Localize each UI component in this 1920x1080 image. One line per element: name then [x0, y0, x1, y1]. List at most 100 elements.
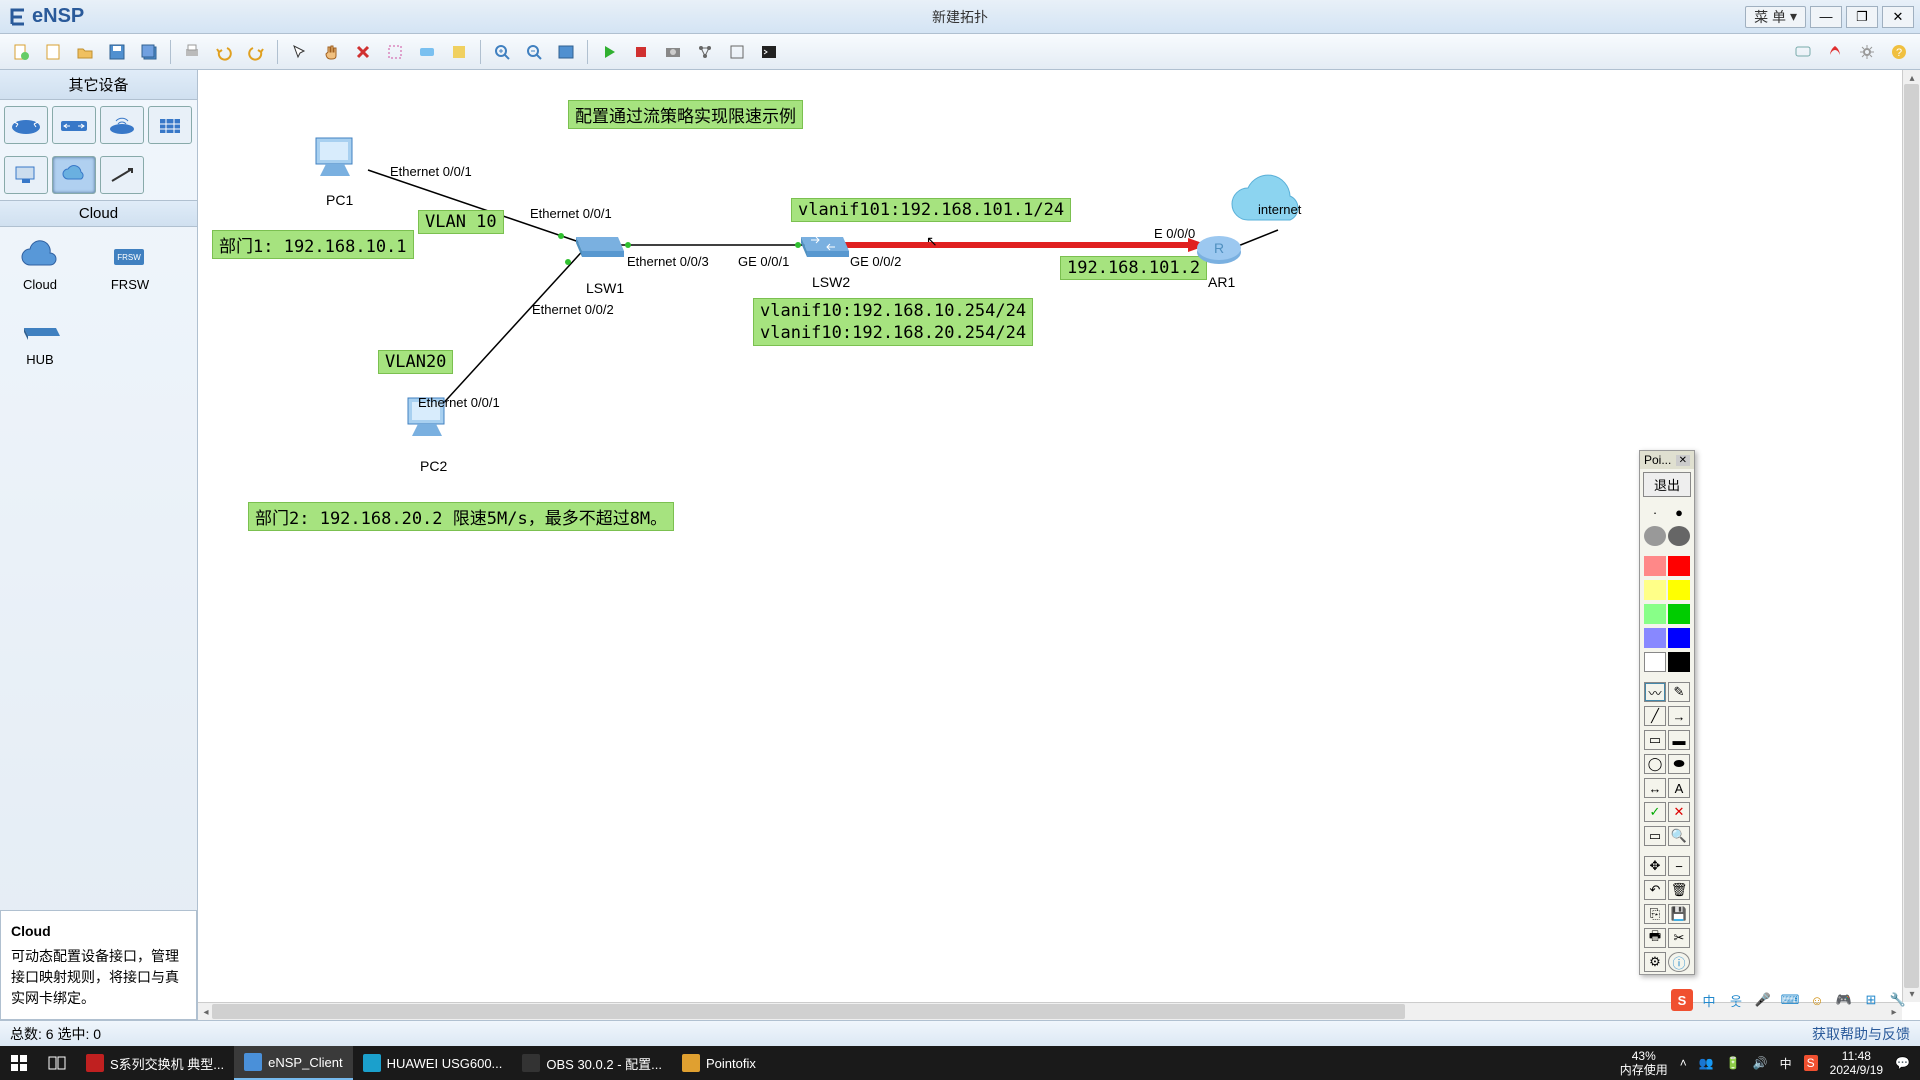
pf-green[interactable] [1668, 604, 1690, 624]
pointofix-close-icon[interactable]: ✕ [1676, 455, 1690, 466]
pf-tool-board[interactable]: ▭ [1644, 826, 1666, 846]
pf-tool-zoom[interactable]: 🔍 [1668, 826, 1690, 846]
node-lsw2[interactable] [793, 225, 853, 270]
open-button[interactable] [70, 38, 100, 66]
cloud-item-cloud[interactable]: Cloud [4, 235, 76, 292]
redo-button[interactable] [241, 38, 271, 66]
tray-notification-icon[interactable]: 💬 [1895, 1056, 1910, 1070]
pf-tool-arrow[interactable]: → [1668, 706, 1690, 726]
dev-switch[interactable] [52, 106, 96, 144]
stop-button[interactable] [626, 38, 656, 66]
pf-tool-settings[interactable]: ⚙ [1644, 952, 1666, 972]
zoom-out-button[interactable] [519, 38, 549, 66]
tray-battery-icon[interactable]: 🔋 [1726, 1056, 1741, 1070]
pf-tool-info[interactable]: ⓘ [1668, 952, 1690, 972]
tray-clock[interactable]: 11:482024/9/19 [1830, 1049, 1883, 1078]
dev-firewall[interactable] [148, 106, 192, 144]
tray-memory[interactable]: 43%内存使用 [1620, 1049, 1668, 1078]
taskbar-app[interactable]: eNSP_Client [234, 1046, 352, 1080]
start-menu-button[interactable] [0, 1046, 38, 1080]
save-button[interactable] [102, 38, 132, 66]
que-person-icon[interactable]: 웃 [1725, 989, 1747, 1011]
pf-tool-trash[interactable]: 🗑 [1668, 880, 1690, 900]
taskbar-app[interactable]: HUAWEI USG600... [353, 1046, 513, 1080]
task-view-button[interactable] [38, 1046, 76, 1080]
vertical-scrollbar[interactable]: ▴ ▾ [1902, 70, 1920, 1002]
grid-button[interactable] [722, 38, 752, 66]
pf-tool-erase[interactable]: − [1668, 856, 1690, 876]
pf-tool-print[interactable]: 🖶 [1644, 928, 1666, 948]
tray-sogou-icon[interactable]: S [1804, 1055, 1818, 1071]
node-pc1[interactable] [306, 130, 366, 195]
pf-blue[interactable] [1668, 628, 1690, 648]
menu-button[interactable]: 菜 单 ▾ [1745, 6, 1806, 28]
pf-tool-undo[interactable]: ↶ [1644, 880, 1666, 900]
maximize-button[interactable]: ❐ [1846, 6, 1878, 28]
cloud-item-hub[interactable]: HUB [4, 310, 76, 367]
pf-tool-check[interactable]: ✓ [1644, 802, 1666, 822]
pf-tool-rect[interactable]: ▭ [1644, 730, 1666, 750]
pointofix-exit-button[interactable]: 退出 [1643, 472, 1691, 497]
que-smile-icon[interactable]: ☺ [1806, 989, 1828, 1011]
que-logo-icon[interactable]: S [1671, 989, 1693, 1011]
que-keyboard-icon[interactable]: ⌨ [1779, 989, 1801, 1011]
que-grid-icon[interactable]: ⊞ [1860, 989, 1882, 1011]
huawei-icon[interactable] [1820, 38, 1850, 66]
text-tool[interactable] [412, 38, 442, 66]
pf-tool-ellipse[interactable]: ◯ [1644, 754, 1666, 774]
message-icon[interactable] [1788, 38, 1818, 66]
fit-button[interactable] [551, 38, 581, 66]
select-tool[interactable] [284, 38, 314, 66]
dev-connection[interactable] [100, 156, 144, 194]
print-button[interactable] [177, 38, 207, 66]
pointofix-panel[interactable]: Poi...✕ 退出 ·● 〰✎ ╱→ ▭▬ ◯⬬ ↔A ✓✕ ▭🔍 ✥− ↶🗑… [1639, 450, 1695, 975]
pf-red[interactable] [1668, 556, 1690, 576]
cli-button[interactable] [754, 38, 784, 66]
pf-tool-highlighter[interactable]: ✎ [1668, 682, 1690, 702]
pf-dot-small[interactable]: · [1644, 502, 1666, 522]
pan-tool[interactable] [316, 38, 346, 66]
que-game-icon[interactable]: 🎮 [1833, 989, 1855, 1011]
pf-tool-save[interactable]: 💾 [1668, 904, 1690, 924]
taskbar-app[interactable]: OBS 30.0.2 - 配置... [512, 1046, 672, 1080]
pointofix-titlebar[interactable]: Poi...✕ [1640, 451, 1694, 469]
pf-tool-line[interactable]: ╱ [1644, 706, 1666, 726]
zoom-in-button[interactable] [487, 38, 517, 66]
palette-tool[interactable] [444, 38, 474, 66]
que-mic-icon[interactable]: 🎤 [1752, 989, 1774, 1011]
taskbar-app[interactable]: S系列交换机 典型... [76, 1046, 234, 1080]
horizontal-scrollbar[interactable]: ◂ ▸ [198, 1002, 1902, 1020]
pf-red-light[interactable] [1644, 556, 1666, 576]
tray-chevron-icon[interactable]: ˄ [1680, 1056, 1687, 1070]
pf-blue-light[interactable] [1644, 628, 1666, 648]
status-help-link[interactable]: 获取帮助与反馈 [1812, 1024, 1910, 1044]
que-tool-icon[interactable]: 🔧 [1887, 989, 1909, 1011]
pf-tool-ellipsefill[interactable]: ⬬ [1668, 754, 1690, 774]
pf-circle-dark[interactable] [1668, 526, 1690, 546]
save-all-button[interactable] [134, 38, 164, 66]
capture-button[interactable] [658, 38, 688, 66]
pf-tool-doublearrow[interactable]: ↔ [1644, 778, 1666, 798]
delete-tool[interactable] [348, 38, 378, 66]
pf-yellow[interactable] [1668, 580, 1690, 600]
que-zh-icon[interactable]: 中 [1698, 989, 1720, 1011]
pf-yellow-light[interactable] [1644, 580, 1666, 600]
pf-dot-big[interactable]: ● [1668, 502, 1690, 522]
dev-wlan[interactable] [100, 106, 144, 144]
undo-button[interactable] [209, 38, 239, 66]
pf-circle-gray[interactable] [1644, 526, 1666, 546]
node-lsw1[interactable] [568, 225, 628, 270]
minimize-button[interactable]: — [1810, 6, 1842, 28]
pf-tool-rectfill[interactable]: ▬ [1668, 730, 1690, 750]
cloud-item-frsw[interactable]: FRSW FRSW [94, 235, 166, 292]
pf-tool-clip[interactable]: ✂ [1668, 928, 1690, 948]
pf-green-light[interactable] [1644, 604, 1666, 624]
devices-button[interactable] [690, 38, 720, 66]
pf-tool-move[interactable]: ✥ [1644, 856, 1666, 876]
tray-ime-icon[interactable]: 中 [1780, 1055, 1792, 1072]
dev-cloud[interactable] [52, 156, 96, 194]
settings-icon[interactable] [1852, 38, 1882, 66]
close-button[interactable]: ✕ [1882, 6, 1914, 28]
pf-tool-text[interactable]: A [1668, 778, 1690, 798]
new-file-button[interactable] [38, 38, 68, 66]
